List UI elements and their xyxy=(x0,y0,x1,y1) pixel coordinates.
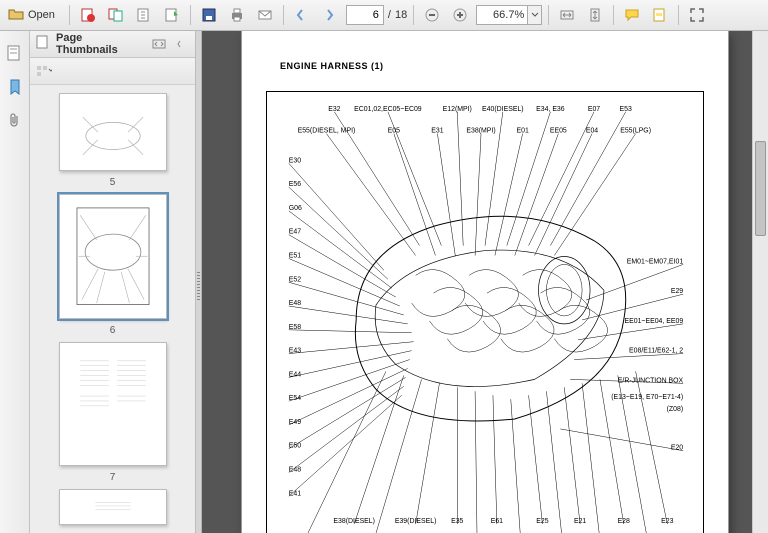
svg-text:E25: E25 xyxy=(536,518,548,525)
document-viewer[interactable]: ENGINE HARNESS (1) E32EC01,02,EC05~EC09E… xyxy=(202,31,768,533)
attach-button[interactable] xyxy=(160,3,184,27)
combine-button[interactable] xyxy=(104,3,128,27)
svg-text:E01: E01 xyxy=(516,128,528,135)
svg-text:G06: G06 xyxy=(289,205,302,212)
svg-text:E53: E53 xyxy=(620,106,632,113)
svg-text:E55(DIESEL, MPI): E55(DIESEL, MPI) xyxy=(298,128,356,135)
svg-text:E23: E23 xyxy=(661,518,673,525)
scrollbar-thumb[interactable] xyxy=(755,141,766,236)
page-field: / 18 xyxy=(346,5,407,25)
doc-title: ENGINE HARNESS (1) xyxy=(280,61,384,71)
svg-text:E61: E61 xyxy=(491,518,503,525)
svg-text:EE01~EE04, EE09: EE01~EE04, EE09 xyxy=(624,318,683,325)
engine-diagram: E32 EC01,02,EC05~EC09 E12(MPI) E40(DIESEL) E… xyxy=(266,91,704,533)
thumbnails-panel: Page Thumbnails 5 6 7 xyxy=(30,31,196,533)
svg-text:E38(MPI): E38(MPI) xyxy=(466,128,495,135)
zoom-value: 66.7% xyxy=(476,5,528,25)
svg-text:E21: E21 xyxy=(574,518,586,525)
svg-text:E/R-JUNCTION BOX: E/R-JUNCTION BOX xyxy=(618,377,684,384)
bookmarks-tab[interactable] xyxy=(3,75,27,99)
thumb-label-7: 7 xyxy=(110,472,116,483)
thumbs-close-button[interactable] xyxy=(173,36,189,52)
svg-text:E51: E51 xyxy=(289,252,301,259)
svg-text:E55(LPG): E55(LPG) xyxy=(620,128,651,135)
attachments-tab[interactable] xyxy=(3,109,27,133)
svg-text:E30: E30 xyxy=(289,157,301,164)
open-label: Open xyxy=(28,9,55,21)
highlight-button[interactable] xyxy=(648,3,672,27)
thumbnail-page-5[interactable] xyxy=(59,93,167,171)
svg-text:E20: E20 xyxy=(671,445,683,452)
svg-text:E04: E04 xyxy=(586,128,598,135)
svg-text:E08/E11/E62-1, 2: E08/E11/E62-1, 2 xyxy=(629,348,683,355)
page-sep: / xyxy=(388,9,391,21)
svg-text:E48: E48 xyxy=(289,300,301,307)
thumbnails-list[interactable]: 5 6 7 xyxy=(30,85,195,533)
thumbnail-page-8[interactable] xyxy=(59,489,167,525)
thumbs-options-button[interactable] xyxy=(36,63,52,79)
svg-text:E31: E31 xyxy=(431,128,443,135)
viewer-scrollbar[interactable] xyxy=(752,31,768,533)
svg-text:E44: E44 xyxy=(289,371,301,378)
zoom-out-button[interactable] xyxy=(420,3,444,27)
page-input[interactable] xyxy=(346,5,384,25)
pdf-page: ENGINE HARNESS (1) E32EC01,02,EC05~EC09E… xyxy=(242,31,728,533)
create-pdf-button[interactable] xyxy=(76,3,100,27)
svg-text:E52: E52 xyxy=(289,276,301,283)
comment-button[interactable] xyxy=(620,3,644,27)
svg-text:E39(DIESEL): E39(DIESEL) xyxy=(395,518,437,525)
fit-page-button[interactable] xyxy=(583,3,607,27)
svg-text:E12(MPI): E12(MPI) xyxy=(443,106,472,113)
export-button[interactable] xyxy=(132,3,156,27)
svg-text:E54: E54 xyxy=(289,395,301,402)
svg-text:E35: E35 xyxy=(451,518,463,525)
svg-text:E47: E47 xyxy=(289,229,301,236)
svg-text:(Z08): (Z08) xyxy=(667,406,684,413)
svg-text:EC01,02,EC05~EC09: EC01,02,EC05~EC09 xyxy=(354,106,422,113)
svg-text:EM01~EM07,EI01: EM01~EM07,EI01 xyxy=(627,258,684,265)
open-button[interactable]: Open xyxy=(4,3,63,27)
page-total: 18 xyxy=(395,9,407,21)
fit-width-button[interactable] xyxy=(555,3,579,27)
svg-text:E28: E28 xyxy=(618,518,630,525)
thumb-label-6: 6 xyxy=(110,325,116,336)
svg-text:EE05: EE05 xyxy=(550,128,567,135)
zoom-in-button[interactable] xyxy=(448,3,472,27)
print-button[interactable] xyxy=(225,3,249,27)
sidebar-tabs xyxy=(0,31,30,533)
svg-text:E40(DIESEL): E40(DIESEL) xyxy=(482,106,524,113)
svg-text:E34, E36: E34, E36 xyxy=(536,106,565,113)
svg-text:E32: E32 xyxy=(328,106,340,113)
thumbs-collapse-button[interactable] xyxy=(151,36,167,52)
thumbnail-page-6[interactable] xyxy=(59,194,167,318)
thumbnails-title: Page Thumbnails xyxy=(56,32,145,56)
svg-text:E07: E07 xyxy=(588,106,600,113)
svg-text:E43: E43 xyxy=(289,348,301,355)
svg-text:E58: E58 xyxy=(289,324,301,331)
svg-text:E49: E49 xyxy=(289,419,301,426)
save-button[interactable] xyxy=(197,3,221,27)
folder-icon xyxy=(8,6,24,25)
zoom-dropdown[interactable] xyxy=(528,5,542,25)
thumbs-icon xyxy=(36,35,50,54)
svg-text:E05: E05 xyxy=(388,128,400,135)
fullscreen-button[interactable] xyxy=(685,3,709,27)
next-page-button[interactable] xyxy=(318,3,342,27)
prev-page-button[interactable] xyxy=(290,3,314,27)
svg-text:E56: E56 xyxy=(289,181,301,188)
thumbnails-tab[interactable] xyxy=(3,41,27,65)
svg-text:E29: E29 xyxy=(671,288,683,295)
toolbar: Open / 18 66.7% xyxy=(0,0,768,31)
email-button[interactable] xyxy=(253,3,277,27)
svg-text:E50: E50 xyxy=(289,443,301,450)
svg-text:E41: E41 xyxy=(289,490,301,497)
svg-text:E48: E48 xyxy=(289,467,301,474)
svg-text:E38(DIESEL): E38(DIESEL) xyxy=(333,518,375,525)
thumbnail-page-7[interactable] xyxy=(59,342,167,466)
thumb-label-5: 5 xyxy=(110,177,116,188)
